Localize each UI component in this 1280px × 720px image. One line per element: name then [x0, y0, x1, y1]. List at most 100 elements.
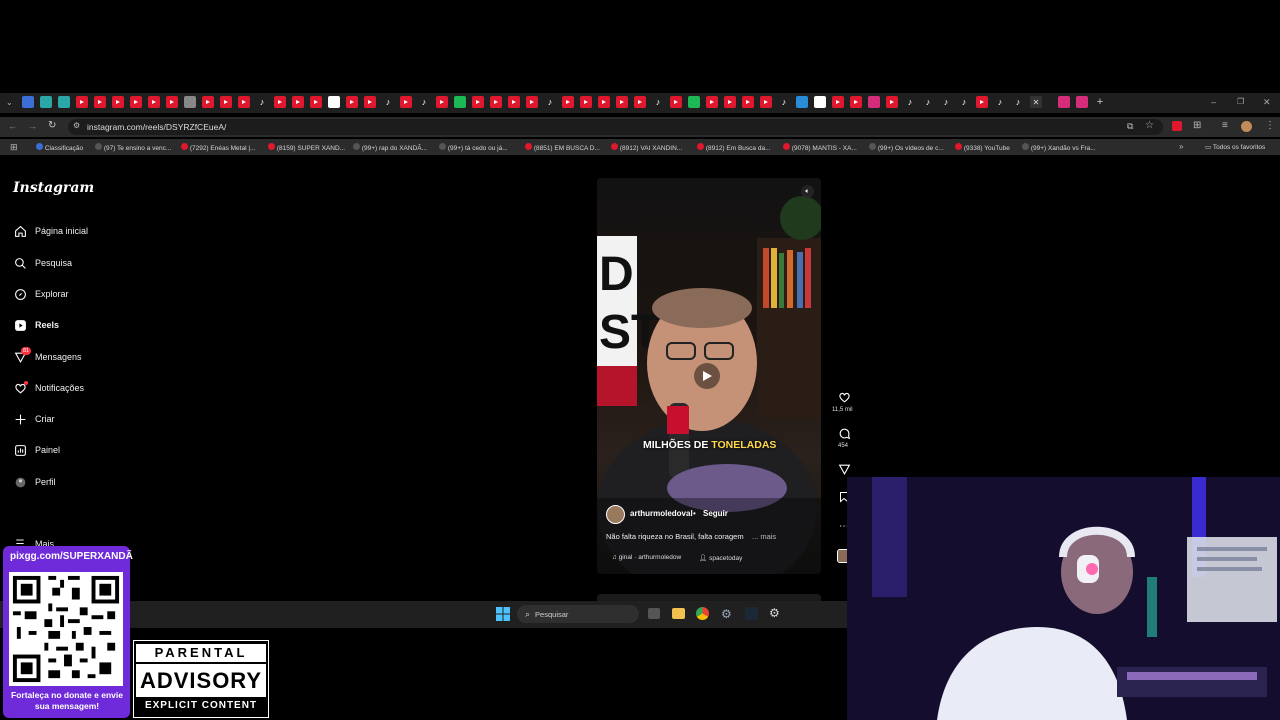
tab-favicon[interactable]: [22, 96, 34, 108]
nav-dashboard[interactable]: Painel: [13, 443, 60, 457]
youtube-tab-icon[interactable]: [274, 96, 286, 108]
tab-favicon[interactable]: [40, 96, 52, 108]
minimize-icon[interactable]: –: [1211, 97, 1216, 107]
bookmark-item[interactable]: (9338) YouTube: [955, 143, 1010, 152]
tab-search-icon[interactable]: ⌄: [6, 98, 13, 107]
youtube-tab-icon[interactable]: [850, 96, 862, 108]
tiktok-tab-icon[interactable]: ♪: [1012, 96, 1024, 108]
youtube-tab-icon[interactable]: [166, 96, 178, 108]
youtube-tab-icon[interactable]: [724, 96, 736, 108]
youtube-tab-icon[interactable]: [580, 96, 592, 108]
reload-icon[interactable]: ↻: [48, 120, 56, 131]
tab-favicon[interactable]: [688, 96, 700, 108]
youtube-tab-icon[interactable]: [220, 96, 232, 108]
bookmark-item[interactable]: (8159) SUPER XAND...: [268, 143, 345, 152]
new-tab-icon[interactable]: +: [1094, 96, 1106, 108]
youtube-tab-icon[interactable]: [742, 96, 754, 108]
forward-icon[interactable]: →: [28, 121, 37, 131]
nav-explore[interactable]: Explorar: [13, 287, 69, 301]
youtube-tab-icon[interactable]: [400, 96, 412, 108]
windows-start-icon[interactable]: [496, 607, 510, 621]
follow-button[interactable]: Seguir: [703, 509, 728, 518]
file-explorer-icon[interactable]: [672, 608, 685, 619]
bookmark-item[interactable]: Classificação: [36, 143, 83, 152]
youtube-tab-icon[interactable]: [976, 96, 988, 108]
bookmark-item[interactable]: (9078) MANTIS - XA...: [783, 143, 857, 152]
close-window-icon[interactable]: ✕: [1263, 97, 1271, 108]
nav-search[interactable]: Pesquisa: [13, 256, 72, 270]
tiktok-tab-icon[interactable]: ♪: [382, 96, 394, 108]
youtube-tab-icon[interactable]: [670, 96, 682, 108]
youtube-tab-icon[interactable]: [238, 96, 250, 108]
tab-favicon[interactable]: [58, 96, 70, 108]
youtube-tab-icon[interactable]: [760, 96, 772, 108]
youtube-tab-icon[interactable]: [130, 96, 142, 108]
tiktok-tab-icon[interactable]: ♪: [904, 96, 916, 108]
next-reel-preview[interactable]: [597, 594, 821, 601]
play-button[interactable]: [694, 363, 720, 389]
task-view-icon[interactable]: [648, 608, 660, 619]
tiktok-tab-icon[interactable]: ♪: [418, 96, 430, 108]
close-tab-icon[interactable]: ✕: [1030, 96, 1042, 108]
install-app-icon[interactable]: ⧉: [1127, 121, 1133, 132]
bookmark-item[interactable]: (97) Te ensino a venc...: [95, 143, 171, 152]
tiktok-tab-icon[interactable]: ♪: [256, 96, 268, 108]
tagged-user[interactable]: 👤︎ spacetoday: [699, 554, 742, 562]
like-icon[interactable]: [837, 390, 851, 404]
youtube-tab-icon[interactable]: [310, 96, 322, 108]
bookmark-star-icon[interactable]: ☆: [1145, 120, 1154, 131]
comment-icon[interactable]: [837, 426, 851, 440]
bookmark-item[interactable]: (99+) rap do XANDÃ...: [353, 143, 427, 152]
share-icon[interactable]: [837, 462, 851, 476]
steam-icon[interactable]: [745, 607, 758, 620]
extension-icon[interactable]: [1172, 121, 1182, 131]
youtube-tab-icon[interactable]: [616, 96, 628, 108]
google-tab-icon[interactable]: [814, 96, 826, 108]
tiktok-tab-icon[interactable]: ♪: [940, 96, 952, 108]
bookmark-item[interactable]: (99+) tá cedo ou já...: [439, 143, 508, 152]
youtube-tab-icon[interactable]: [562, 96, 574, 108]
youtube-tab-icon[interactable]: [886, 96, 898, 108]
youtube-tab-icon[interactable]: [526, 96, 538, 108]
youtube-tab-icon[interactable]: [202, 96, 214, 108]
youtube-tab-icon[interactable]: [706, 96, 718, 108]
tab-favicon[interactable]: [184, 96, 196, 108]
bookmark-item[interactable]: (7292) Enéas Metal |...: [181, 143, 255, 152]
tab-strip[interactable]: ♪ ♪ ♪ ♪ ♪ ♪ ♪ ♪ ♪ ♪ ♪ ♪ ✕ +: [22, 96, 1106, 110]
youtube-tab-icon[interactable]: [490, 96, 502, 108]
more-link[interactable]: ... mais: [752, 532, 776, 541]
youtube-tab-icon[interactable]: [634, 96, 646, 108]
profile-avatar[interactable]: [1241, 121, 1252, 132]
app-icon[interactable]: ⚙: [769, 606, 780, 620]
tiktok-tab-icon[interactable]: ♪: [922, 96, 934, 108]
instagram-tab-icon[interactable]: [1058, 96, 1070, 108]
maximize-icon[interactable]: ❐: [1237, 97, 1244, 106]
youtube-tab-icon[interactable]: [436, 96, 448, 108]
instagram-tab-icon[interactable]: [1076, 96, 1088, 108]
instagram-logo[interactable]: Instagram: [13, 180, 94, 196]
youtube-tab-icon[interactable]: [346, 96, 358, 108]
bookmark-item[interactable]: (8912) Em Busca da...: [697, 143, 770, 152]
tab-favicon[interactable]: [328, 96, 340, 108]
nav-reels[interactable]: Reels: [13, 318, 59, 332]
youtube-tab-icon[interactable]: [472, 96, 484, 108]
nav-create[interactable]: Criar: [13, 412, 55, 426]
youtube-tab-icon[interactable]: [832, 96, 844, 108]
author-username[interactable]: arthurmoledoval: [630, 509, 693, 518]
youtube-tab-icon[interactable]: [76, 96, 88, 108]
tiktok-tab-icon[interactable]: ♪: [994, 96, 1006, 108]
bookmark-item[interactable]: (8851) EM BUSCA D...: [525, 143, 600, 152]
instagram-tab-icon[interactable]: [868, 96, 880, 108]
youtube-tab-icon[interactable]: [364, 96, 376, 108]
bookmark-item[interactable]: (8912) VAI XANDIN...: [611, 143, 682, 152]
bookmark-item[interactable]: (99+) Xandão vs Fra...: [1022, 143, 1096, 152]
chrome-icon[interactable]: [696, 607, 709, 620]
nav-home[interactable]: Página inicial: [13, 224, 88, 238]
author-avatar[interactable]: [606, 505, 625, 524]
tab-favicon[interactable]: [454, 96, 466, 108]
tiktok-tab-icon[interactable]: ♪: [958, 96, 970, 108]
apps-icon[interactable]: ⊞: [10, 142, 18, 153]
tiktok-tab-icon[interactable]: ♪: [778, 96, 790, 108]
youtube-tab-icon[interactable]: [148, 96, 160, 108]
youtube-tab-icon[interactable]: [292, 96, 304, 108]
